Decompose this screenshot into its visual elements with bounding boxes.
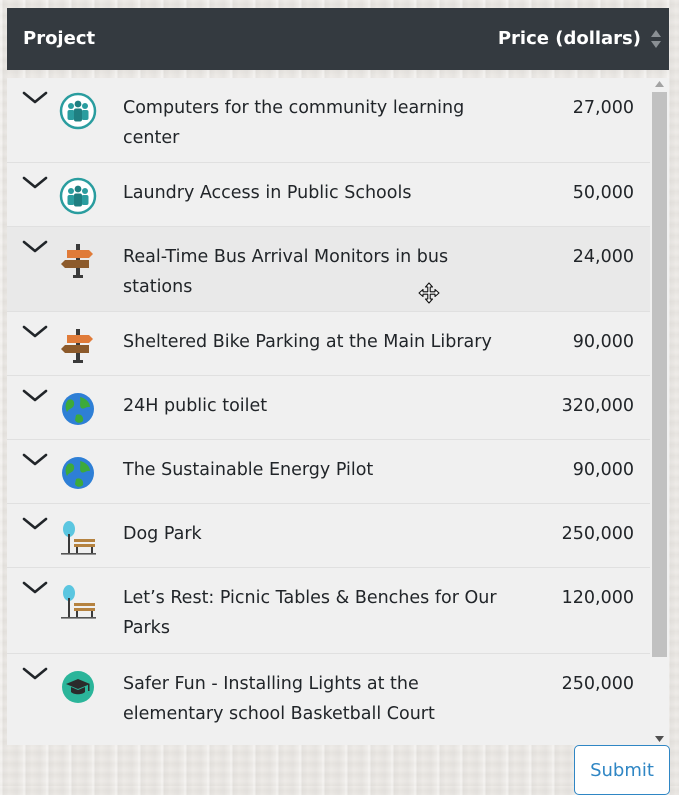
signpost-icon bbox=[61, 329, 93, 363]
project-price: 90,000 bbox=[572, 332, 634, 352]
table-row[interactable]: 24H public toilet 320,000 bbox=[7, 376, 650, 440]
table-row[interactable]: Dog Park 250,000 bbox=[7, 504, 650, 568]
chevron-down-icon[interactable] bbox=[22, 517, 48, 531]
chevron-down-icon[interactable] bbox=[22, 667, 48, 681]
chevron-down-icon[interactable] bbox=[22, 325, 48, 339]
chevron-down-icon[interactable] bbox=[22, 176, 48, 190]
project-name: Laundry Access in Public Schools bbox=[123, 183, 412, 203]
project-name: Sheltered Bike Parking at the Main Libra… bbox=[123, 332, 492, 352]
graduation-cap-icon bbox=[62, 671, 94, 703]
project-name: Dog Park bbox=[123, 524, 202, 544]
globe-icon bbox=[62, 457, 94, 489]
table-row[interactable]: Sheltered Bike Parking at the Main Libra… bbox=[7, 312, 650, 376]
table-row[interactable]: Laundry Access in Public Schools 50,000 bbox=[7, 163, 650, 227]
park-bench-icon bbox=[61, 585, 96, 619]
table-row[interactable]: Computers for the community learning cen… bbox=[7, 78, 650, 163]
chevron-down-icon[interactable] bbox=[22, 581, 48, 595]
move-cursor-icon bbox=[418, 282, 440, 304]
globe-icon bbox=[62, 393, 94, 425]
column-header-price[interactable]: Price (dollars) bbox=[498, 28, 641, 49]
project-price: 90,000 bbox=[572, 460, 634, 480]
project-price: 320,000 bbox=[561, 396, 634, 416]
column-header-project[interactable]: Project bbox=[23, 28, 95, 49]
table-body: Computers for the community learning cen… bbox=[7, 78, 669, 745]
scrollbar-thumb[interactable] bbox=[652, 92, 667, 657]
table-row[interactable]: Real-Time Bus Arrival Monitors in bus st… bbox=[7, 227, 650, 312]
submit-button[interactable]: Submit bbox=[574, 745, 670, 795]
project-name: 24H public toilet bbox=[123, 396, 268, 416]
chevron-down-icon[interactable] bbox=[22, 389, 48, 403]
scroll-up-arrow-icon[interactable] bbox=[655, 81, 664, 87]
project-name: Real-Time Bus Arrival Monitors in bus st… bbox=[123, 247, 449, 297]
chevron-down-icon[interactable] bbox=[22, 240, 48, 254]
project-price: 250,000 bbox=[561, 674, 634, 694]
chevron-down-icon[interactable] bbox=[22, 91, 48, 105]
project-name: The Sustainable Energy Pilot bbox=[123, 460, 374, 480]
community-icon bbox=[59, 92, 97, 130]
chevron-down-icon[interactable] bbox=[22, 453, 48, 467]
project-name: Computers for the community learning cen… bbox=[123, 98, 465, 148]
project-price: 50,000 bbox=[572, 183, 634, 203]
project-price: 27,000 bbox=[572, 98, 634, 118]
project-name: Let’s Rest: Picnic Tables & Benches for … bbox=[123, 588, 497, 638]
project-price: 250,000 bbox=[561, 524, 634, 544]
park-bench-icon bbox=[61, 521, 96, 555]
sort-icon[interactable] bbox=[650, 29, 662, 49]
project-name: Safer Fun - Installing Lights at the ele… bbox=[123, 674, 435, 724]
table-row[interactable]: The Sustainable Energy Pilot 90,000 bbox=[7, 440, 650, 504]
scrollbar[interactable] bbox=[650, 78, 669, 745]
signpost-icon bbox=[61, 244, 93, 278]
project-price: 24,000 bbox=[572, 247, 634, 267]
table-header: Project Price (dollars) bbox=[7, 8, 669, 70]
scroll-down-arrow-icon[interactable] bbox=[655, 736, 664, 742]
project-price: 120,000 bbox=[561, 588, 634, 608]
community-icon bbox=[59, 177, 97, 215]
table-row[interactable]: Let’s Rest: Picnic Tables & Benches for … bbox=[7, 568, 650, 654]
table-row[interactable]: Safer Fun - Installing Lights at the ele… bbox=[7, 654, 650, 745]
